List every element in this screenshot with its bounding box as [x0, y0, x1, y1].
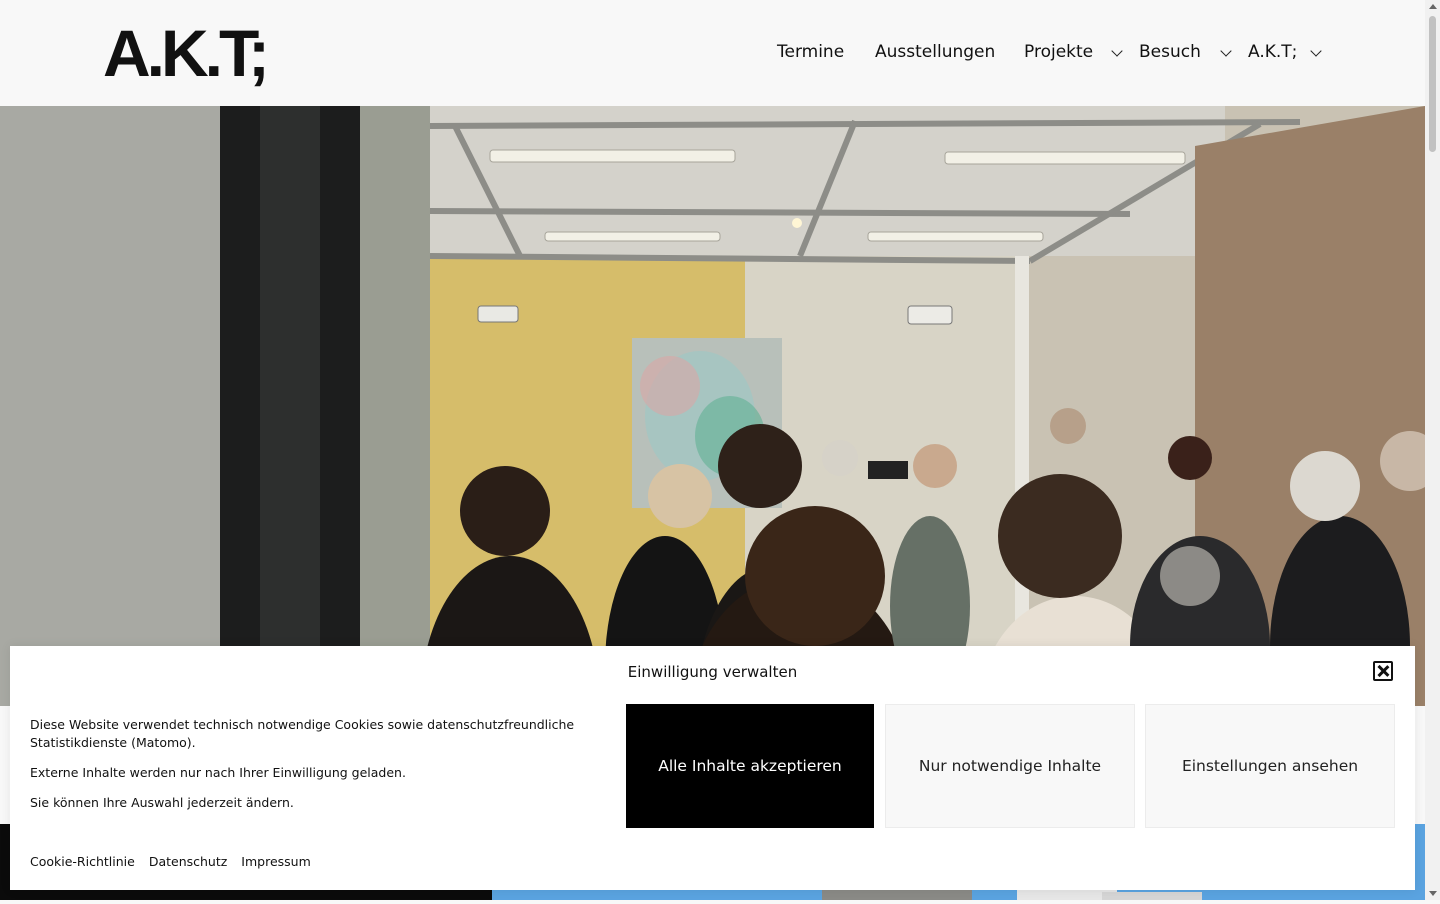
- cookie-policy-link[interactable]: Cookie-Richtlinie: [30, 854, 135, 869]
- scroll-thumb[interactable]: [1429, 16, 1436, 152]
- site-header: A.K.T; Termine Ausstellungen Projekte Be…: [0, 0, 1425, 106]
- cookie-text-paragraph: Sie können Ihre Auswahl jederzeit ändern…: [30, 795, 294, 810]
- nav-item-projekte[interactable]: Projekte: [1024, 41, 1093, 63]
- nav-item-akt[interactable]: A.K.T;: [1248, 41, 1297, 63]
- nav-item-ausstellungen[interactable]: Ausstellungen: [875, 41, 995, 63]
- privacy-link[interactable]: Datenschutz: [149, 854, 228, 869]
- close-icon[interactable]: [1373, 661, 1393, 681]
- cookie-banner-text: Diese Website verwendet technisch notwen…: [30, 716, 590, 824]
- scroll-down-arrow-icon[interactable]: [1429, 891, 1437, 896]
- hero-image: [0, 106, 1425, 706]
- accept-all-button[interactable]: Alle Inhalte akzeptieren: [626, 704, 874, 828]
- scroll-up-arrow-icon[interactable]: [1429, 4, 1437, 9]
- chevron-down-icon[interactable]: [1220, 45, 1232, 57]
- nav-item-termine[interactable]: Termine: [777, 41, 844, 63]
- cookie-footer-links: Cookie-Richtlinie Datenschutz Impressum: [30, 854, 321, 870]
- necessary-only-button[interactable]: Nur notwendige Inhalte: [885, 704, 1135, 828]
- cookie-banner-title: Einwilligung verwalten: [627, 663, 798, 681]
- chevron-down-icon[interactable]: [1310, 45, 1322, 57]
- page-scrollbar[interactable]: [1425, 0, 1440, 900]
- view-settings-button[interactable]: Einstellungen ansehen: [1145, 704, 1395, 828]
- nav-item-besuch[interactable]: Besuch: [1139, 41, 1201, 63]
- cookie-text-paragraph: Externe Inhalte werden nur nach Ihrer Ei…: [30, 765, 406, 780]
- chevron-down-icon[interactable]: [1111, 45, 1123, 57]
- imprint-link[interactable]: Impressum: [241, 854, 310, 869]
- cookie-text-paragraph: Diese Website verwendet technisch notwen…: [30, 717, 575, 750]
- site-logo[interactable]: A.K.T;: [103, 14, 270, 92]
- cookie-consent-banner: Einwilligung verwalten Diese Website ver…: [10, 646, 1415, 890]
